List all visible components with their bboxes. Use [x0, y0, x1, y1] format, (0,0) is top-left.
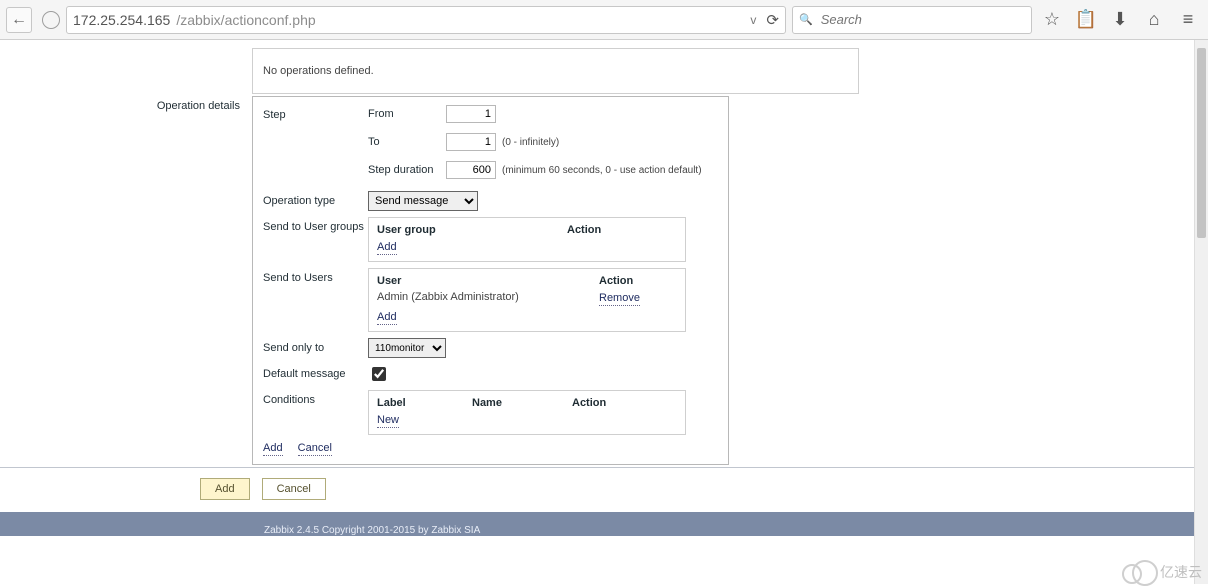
user-groups-col-group: User group — [377, 224, 567, 236]
user-remove-link[interactable]: Remove — [599, 291, 640, 306]
page-body: No operations defined. Operation details… — [0, 40, 1208, 544]
conditions-new-link[interactable]: New — [377, 413, 399, 428]
conditions-label: Conditions — [263, 390, 368, 406]
users-add-link[interactable]: Add — [377, 310, 397, 325]
step-duration-label: Step duration — [368, 164, 440, 176]
conditions-col-name: Name — [472, 397, 572, 409]
globe-icon — [42, 11, 60, 29]
operation-type-label: Operation type — [263, 191, 368, 207]
conditions-col-label: Label — [377, 397, 472, 409]
download-icon[interactable]: ⬇ — [1106, 6, 1134, 34]
home-icon[interactable]: ⌂ — [1140, 6, 1168, 34]
scrollbar-thumb[interactable] — [1197, 48, 1206, 238]
url-path: /zabbix/actionconf.php — [176, 12, 315, 28]
step-label: Step — [263, 105, 368, 121]
conditions-col-action: Action — [572, 397, 677, 409]
browser-search-input[interactable] — [819, 11, 1025, 28]
users-table: User Action Admin (Zabbix Administrator)… — [368, 268, 686, 332]
urlbar-caret-icon[interactable]: v — [750, 13, 756, 27]
send-only-to-label: Send only to — [263, 338, 368, 354]
users-col-action: Action — [599, 275, 677, 287]
operation-details-label: Operation details — [0, 96, 252, 112]
url-host: 172.25.254.165 — [73, 12, 170, 28]
bookmark-star-icon[interactable]: ☆ — [1038, 6, 1066, 34]
zabbix-copyright: Zabbix 2.4.5 Copyright 2001-2015 by Zabb… — [264, 525, 480, 536]
browser-search-bar[interactable]: 🔍 — [792, 6, 1032, 34]
conditions-table: Label Name Action New — [368, 390, 686, 435]
step-duration-input[interactable] — [446, 161, 496, 179]
step-from-input[interactable] — [446, 105, 496, 123]
reload-icon[interactable]: ⟳ — [766, 11, 779, 29]
operation-details-box: Step From To (0 - infinitely) Step dur — [252, 96, 729, 465]
default-message-checkbox[interactable] — [372, 367, 386, 381]
table-row: Admin (Zabbix Administrator) Remove — [377, 291, 677, 306]
search-icon: 🔍 — [799, 13, 813, 26]
vertical-scrollbar[interactable] — [1194, 40, 1208, 584]
browser-back-button[interactable]: ← — [6, 7, 32, 33]
cloud-icon — [1122, 562, 1156, 582]
send-to-users-label: Send to Users — [263, 268, 368, 284]
operation-add-link[interactable]: Add — [263, 441, 283, 456]
hamburger-menu-icon[interactable]: ≡ — [1174, 6, 1202, 34]
step-to-label: To — [368, 136, 440, 148]
zabbix-footer-strip: Zabbix 2.4.5 Copyright 2001-2015 by Zabb… — [0, 512, 1208, 536]
step-from-label: From — [368, 108, 440, 120]
operation-cancel-link[interactable]: Cancel — [298, 441, 332, 456]
send-to-user-groups-label: Send to User groups — [263, 217, 368, 233]
watermark-text: 亿速云 — [1160, 562, 1202, 582]
user-groups-add-link[interactable]: Add — [377, 240, 397, 255]
page-add-button[interactable]: Add — [200, 478, 250, 500]
operation-details-row: Operation details Step From To (0 - infi… — [0, 96, 1208, 465]
step-duration-hint: (minimum 60 seconds, 0 - use action defa… — [502, 165, 702, 176]
operation-box-footer: Add Cancel — [263, 441, 718, 456]
page-footer: Add Cancel — [0, 467, 1208, 510]
users-col-user: User — [377, 275, 599, 287]
browser-chrome: ← 172.25.254.165/zabbix/actionconf.php v… — [0, 0, 1208, 40]
user-cell: Admin (Zabbix Administrator) — [377, 291, 599, 306]
send-only-to-select[interactable]: 110monitor — [368, 338, 446, 358]
step-to-hint: (0 - infinitely) — [502, 137, 559, 148]
no-ops-row: No operations defined. — [0, 48, 1208, 94]
clipboard-icon[interactable]: 📋 — [1072, 6, 1100, 34]
operation-type-select[interactable]: Send message — [368, 191, 478, 211]
url-bar[interactable]: 172.25.254.165/zabbix/actionconf.php v ⟳ — [66, 6, 786, 34]
page-cancel-button[interactable]: Cancel — [262, 478, 326, 500]
step-to-input[interactable] — [446, 133, 496, 151]
user-groups-col-action: Action — [567, 224, 677, 236]
watermark: 亿速云 — [1122, 562, 1202, 582]
user-groups-table: User group Action Add — [368, 217, 686, 262]
no-operations-box: No operations defined. — [252, 48, 859, 94]
default-message-label: Default message — [263, 364, 368, 380]
